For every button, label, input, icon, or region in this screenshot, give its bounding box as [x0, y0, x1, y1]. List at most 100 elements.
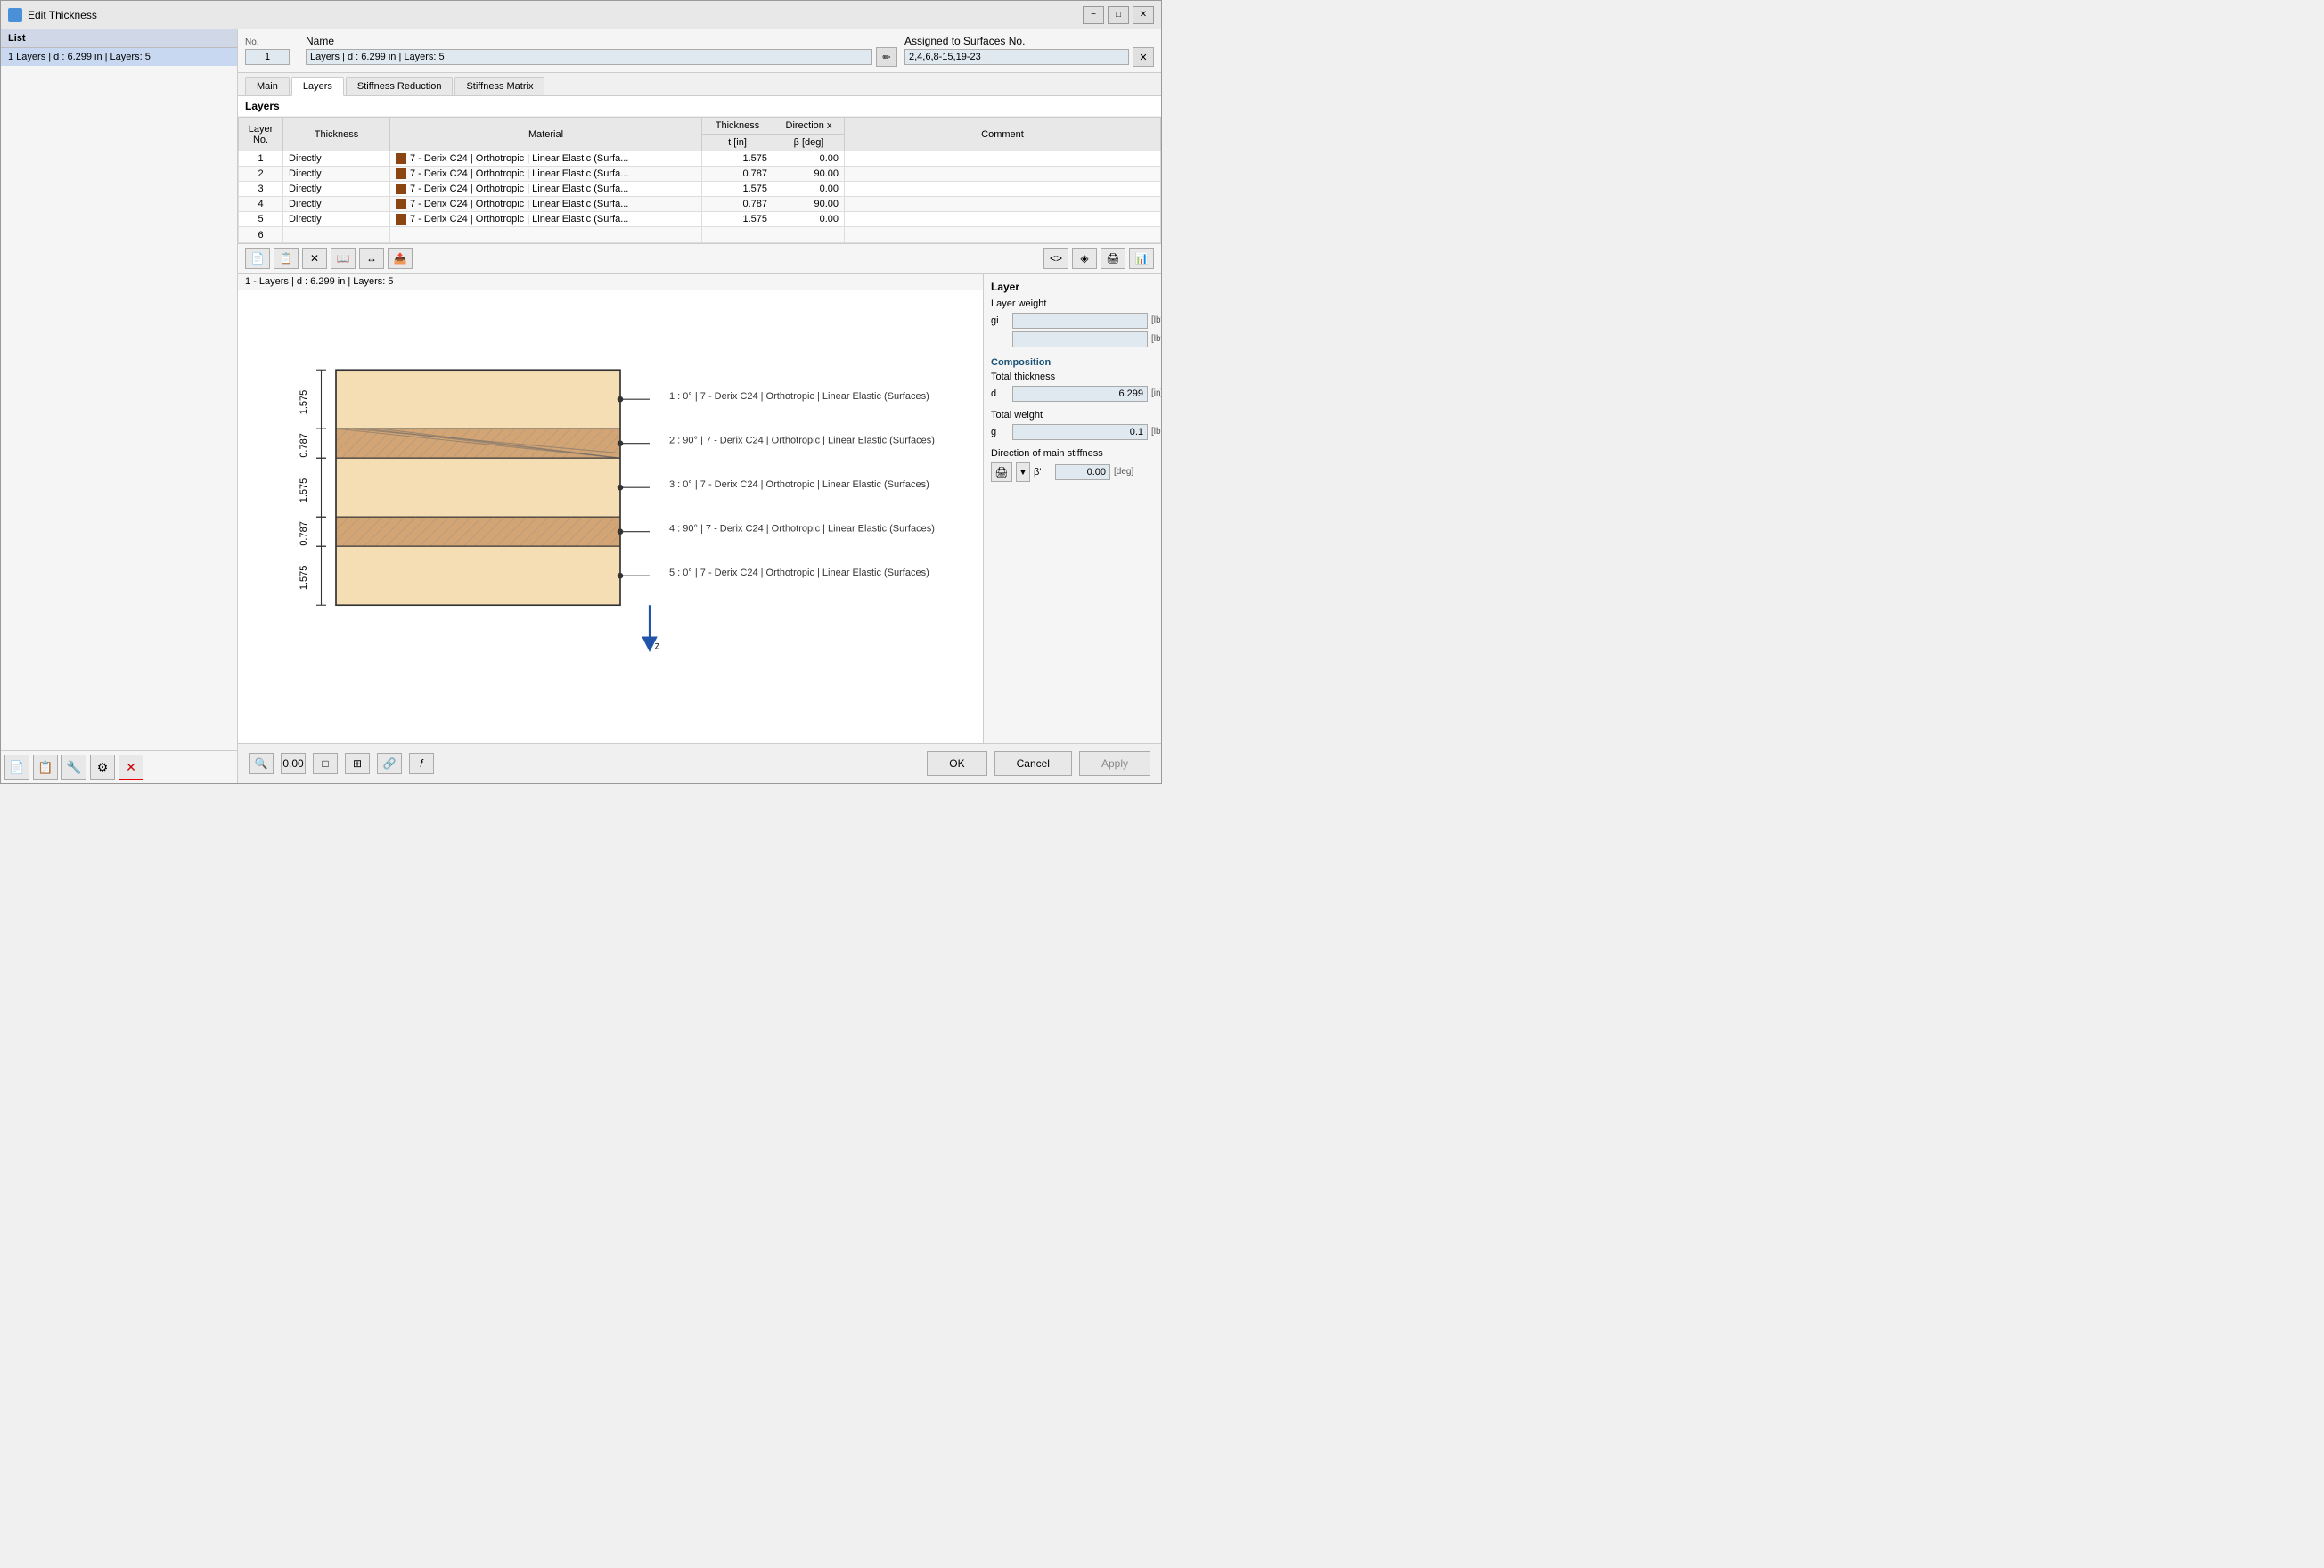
link-button[interactable]: 🔗	[377, 753, 402, 774]
cell-comment	[845, 182, 1161, 197]
cell-comment	[845, 151, 1161, 167]
gi-input2[interactable]	[1012, 331, 1148, 347]
sidebar-tools: 📄 📋 🔧 ⚙ ✕	[1, 750, 237, 783]
cell-thickness: Directly	[283, 167, 390, 182]
d-row: d [in]	[991, 386, 1154, 402]
add-row-button[interactable]: 📄	[245, 248, 270, 269]
gi-input1[interactable]	[1012, 313, 1148, 329]
col-direction: Direction x	[773, 118, 845, 135]
beta-row: 🖨 ▼ β' [deg]	[991, 462, 1154, 482]
col-material: Material	[390, 118, 702, 151]
title-bar: Edit Thickness − □ ✕	[1, 1, 1161, 29]
cell-comment	[845, 212, 1161, 227]
cell-comment	[845, 167, 1161, 182]
table-row[interactable]: 4 Directly 7 - Derix C24 | Orthotropic |…	[239, 197, 1161, 212]
assigned-input[interactable]	[904, 49, 1129, 65]
export-button[interactable]: ⚙	[90, 755, 115, 780]
layers-section: Layers LayerNo. Thickness Material Thick…	[238, 96, 1161, 243]
col-thickness-t: Thickness	[702, 118, 773, 135]
main-panel: No. Name ✏ Assigned to Surfaces No. ✕	[238, 29, 1161, 783]
shape-button[interactable]: □	[313, 753, 338, 774]
d-label: d	[991, 388, 1009, 399]
maximize-button[interactable]: □	[1108, 6, 1129, 24]
tab-stiffness-reduction[interactable]: Stiffness Reduction	[346, 77, 454, 95]
composition-label: Composition	[991, 357, 1154, 368]
svg-text:4 : 90° | 7 - Derix C24 | Ort: 4 : 90° | 7 - Derix C24 | Orthotropic | …	[669, 523, 935, 534]
table-row[interactable]: 2 Directly 7 - Derix C24 | Orthotropic |…	[239, 167, 1161, 182]
view-grid-button[interactable]: ◈	[1072, 248, 1097, 269]
name-section: Name ✏	[306, 35, 897, 67]
cell-comment	[845, 197, 1161, 212]
name-input[interactable]	[306, 49, 872, 65]
search-button[interactable]: 🔍	[249, 753, 274, 774]
cell-beta: 90.00	[773, 197, 845, 212]
copy-button[interactable]: 📋	[33, 755, 58, 780]
table-row[interactable]: 3 Directly 7 - Derix C24 | Orthotropic |…	[239, 182, 1161, 197]
grid-button[interactable]: ⊞	[345, 753, 370, 774]
copy-row-button[interactable]: 📋	[274, 248, 299, 269]
toolbar-left: 📄 📋 ✕ 📖 ↔ 📤	[245, 248, 413, 269]
panel-title: Layer	[991, 281, 1154, 293]
preview-title: 1 - Layers | d : 6.299 in | Layers: 5	[238, 274, 983, 290]
svg-text:3 : 0° | 7 - Derix C24 | Ort: 3 : 0° | 7 - Derix C24 | Orthotropic | L…	[669, 479, 929, 490]
table-row[interactable]: 5 Directly 7 - Derix C24 | Orthotropic |…	[239, 212, 1161, 227]
right-panel: Layer Layer weight gi [lbf/in³] [lbf	[983, 274, 1161, 743]
minimize-button[interactable]: −	[1083, 6, 1104, 24]
table-row[interactable]: 6	[239, 227, 1161, 242]
gi-unit1: [lbf/in³]	[1151, 315, 1161, 325]
col-layer-no: LayerNo.	[239, 118, 283, 151]
layers-content: Layers LayerNo. Thickness Material Thick…	[238, 96, 1161, 743]
print-button[interactable]: 🖨	[1101, 248, 1125, 269]
svg-text:0.787: 0.787	[299, 521, 309, 546]
cell-comment	[845, 227, 1161, 242]
svg-text:1.575: 1.575	[299, 389, 309, 414]
d-input[interactable]	[1012, 386, 1148, 402]
cell-t: 1.575	[702, 212, 773, 227]
g-unit: [lbf/in²]	[1151, 427, 1161, 437]
layers-table: LayerNo. Thickness Material Thickness Di…	[238, 117, 1161, 243]
cell-thickness	[283, 227, 390, 242]
cancel-button[interactable]: Cancel	[994, 751, 1072, 776]
no-input[interactable]	[245, 49, 290, 65]
cell-material: 7 - Derix C24 | Orthotropic | Linear Ela…	[390, 167, 702, 182]
name-edit-button[interactable]: ✏	[876, 47, 897, 67]
export-table-button[interactable]: 📤	[388, 248, 413, 269]
tab-layers[interactable]: Layers	[291, 77, 344, 96]
table-row[interactable]: 1 Directly 7 - Derix C24 | Orthotropic |…	[239, 151, 1161, 167]
apply-button[interactable]: Apply	[1079, 751, 1150, 776]
ok-button[interactable]: OK	[927, 751, 986, 776]
bottom-bar: 🔍 0.00 □ ⊞ 🔗 𝑓 OK Cancel Apply	[238, 743, 1161, 783]
view-code-button[interactable]: <>	[1043, 248, 1068, 269]
beta-dropdown-button[interactable]: ▼	[1016, 462, 1030, 482]
chart-button[interactable]: 📊	[1129, 248, 1154, 269]
delete-button[interactable]: ✕	[119, 755, 143, 780]
close-button[interactable]: ✕	[1133, 6, 1154, 24]
cell-t: 1.575	[702, 182, 773, 197]
cell-material: 7 - Derix C24 | Orthotropic | Linear Ela…	[390, 182, 702, 197]
zero-button[interactable]: 0.00	[281, 753, 306, 774]
tab-main[interactable]: Main	[245, 77, 290, 95]
delete-row-button[interactable]: ✕	[302, 248, 327, 269]
cell-no: 6	[239, 227, 283, 242]
new-button[interactable]: 📄	[4, 755, 29, 780]
cell-beta: 0.00	[773, 212, 845, 227]
layer-weight-label: Layer weight	[991, 298, 1154, 309]
name-row: ✏	[306, 47, 897, 67]
beta-input[interactable]	[1055, 464, 1110, 480]
cell-t: 0.787	[702, 167, 773, 182]
toolbar-right: <> ◈ 🖨 📊	[1043, 248, 1154, 269]
content-area: List 1 Layers | d : 6.299 in | Layers: 5…	[1, 29, 1161, 783]
sidebar: List 1 Layers | d : 6.299 in | Layers: 5…	[1, 29, 238, 783]
cell-thickness: Directly	[283, 151, 390, 167]
table-header-row: LayerNo. Thickness Material Thickness Di…	[239, 118, 1161, 135]
tab-stiffness-matrix[interactable]: Stiffness Matrix	[454, 77, 544, 95]
print-beta-button[interactable]: 🖨	[991, 462, 1012, 482]
sidebar-item[interactable]: 1 Layers | d : 6.299 in | Layers: 5	[1, 48, 237, 66]
assigned-edit-button[interactable]: ✕	[1133, 47, 1154, 67]
beta-label: β'	[1034, 467, 1052, 478]
swap-button[interactable]: ↔	[359, 248, 384, 269]
function-button[interactable]: 𝑓	[409, 753, 434, 774]
edit-button[interactable]: 🔧	[61, 755, 86, 780]
g-input[interactable]	[1012, 424, 1148, 440]
book-button[interactable]: 📖	[331, 248, 356, 269]
